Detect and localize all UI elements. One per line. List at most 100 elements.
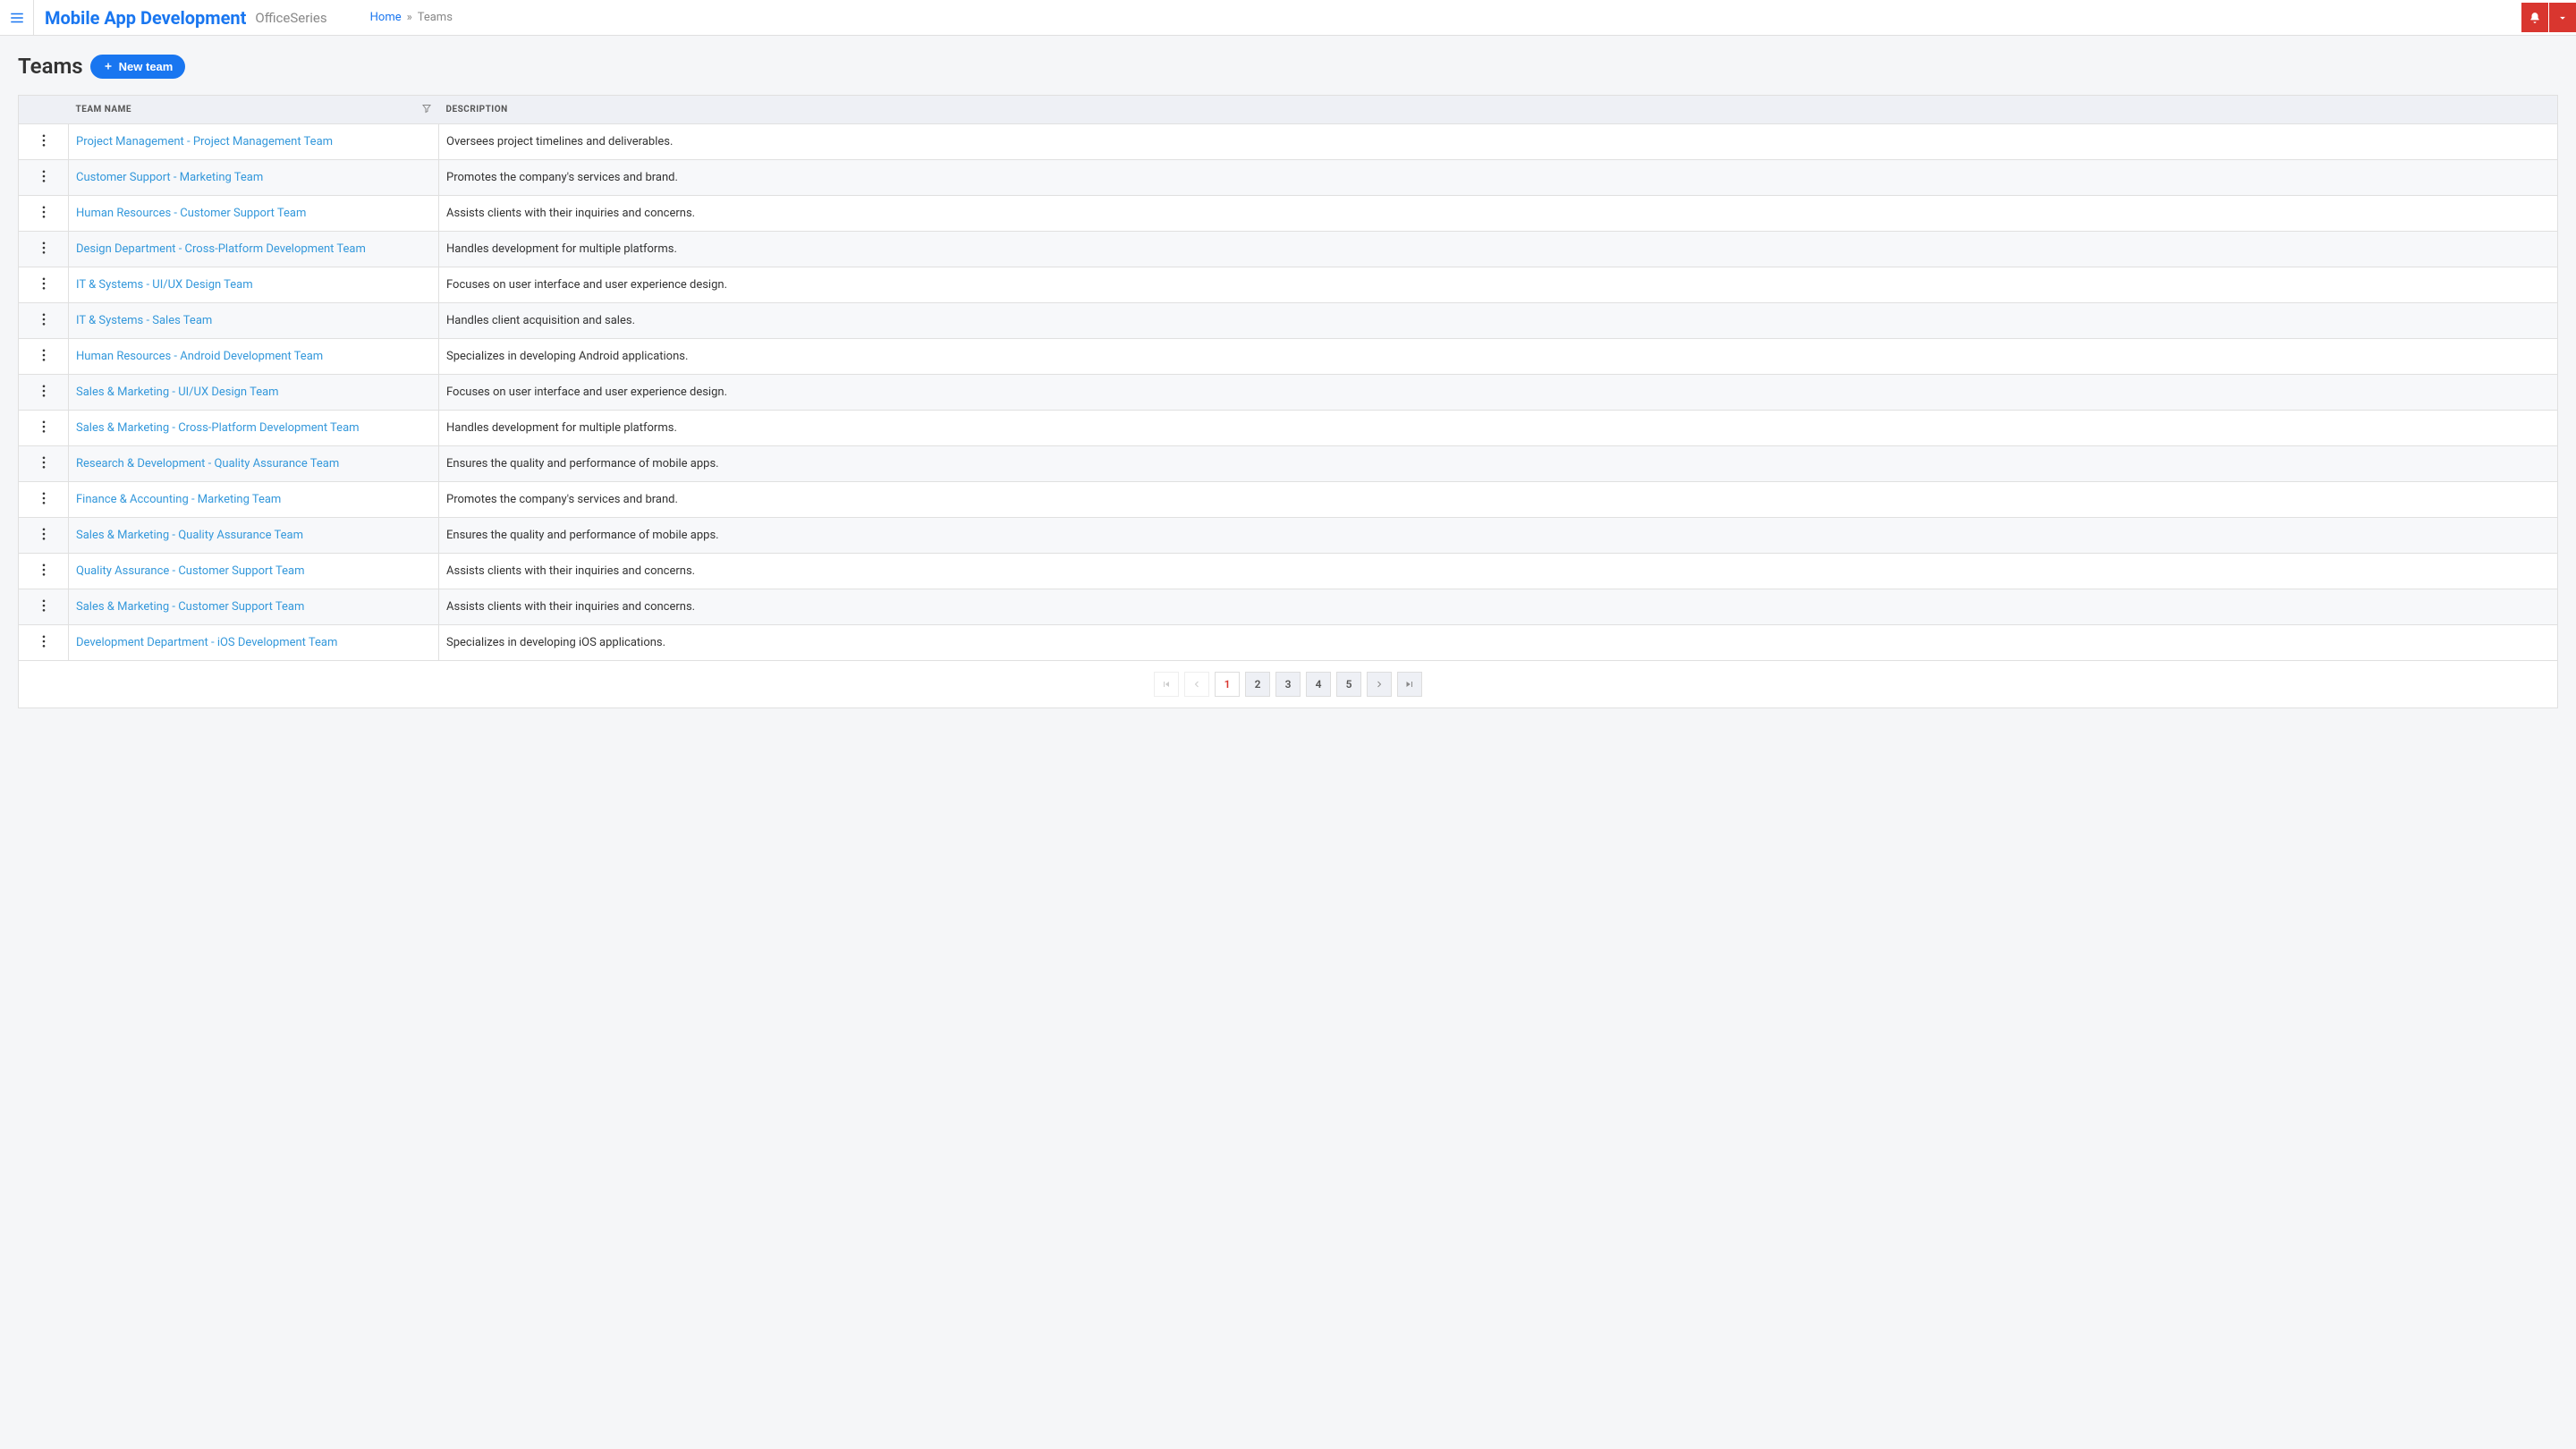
team-description-cell: Assists clients with their inquiries and… <box>439 196 2558 232</box>
more-vertical-icon <box>42 599 46 612</box>
row-menu-button[interactable] <box>19 554 69 589</box>
more-vertical-icon <box>42 635 46 648</box>
chevron-left-icon <box>1191 679 1202 690</box>
team-link[interactable]: IT & Systems - Sales Team <box>76 314 212 327</box>
more-vertical-icon <box>42 420 46 433</box>
row-menu-button[interactable] <box>19 589 69 625</box>
table-row: Finance & Accounting - Marketing Team Pr… <box>19 482 2558 518</box>
notifications-button[interactable] <box>2521 3 2548 32</box>
pagination-last-button[interactable] <box>1397 672 1422 697</box>
app-subtitle: OfficeSeries <box>255 10 326 26</box>
team-link[interactable]: Human Resources - Customer Support Team <box>76 207 306 220</box>
pagination-page-3[interactable]: 3 <box>1275 672 1301 697</box>
pagination: 12345 <box>18 661 2558 708</box>
table-row: Sales & Marketing - Customer Support Tea… <box>19 589 2558 625</box>
team-link[interactable]: Project Management - Project Management … <box>76 135 333 148</box>
team-description-cell: Handles development for multiple platfor… <box>439 411 2558 446</box>
page-header: Teams New team <box>18 54 2558 79</box>
breadcrumb: Home » Teams <box>370 11 453 24</box>
more-vertical-icon <box>42 277 46 290</box>
pagination-page-4[interactable]: 4 <box>1306 672 1331 697</box>
pagination-page-5[interactable]: 5 <box>1336 672 1361 697</box>
page-content: Teams New team Team Name Description <box>0 36 2576 726</box>
row-menu-button[interactable] <box>19 303 69 339</box>
team-link[interactable]: Sales & Marketing - Cross-Platform Devel… <box>76 421 360 435</box>
pagination-page-1[interactable]: 1 <box>1215 672 1240 697</box>
menu-toggle-button[interactable] <box>0 0 34 36</box>
team-description-cell: Specializes in developing iOS applicatio… <box>439 625 2558 661</box>
row-menu-button[interactable] <box>19 124 69 160</box>
team-name-cell: Development Department - iOS Development… <box>69 625 439 661</box>
team-name-cell: Sales & Marketing - Customer Support Tea… <box>69 589 439 625</box>
team-link[interactable]: IT & Systems - UI/UX Design Team <box>76 278 253 292</box>
team-link[interactable]: Development Department - iOS Development… <box>76 636 337 649</box>
last-page-icon <box>1404 679 1415 690</box>
table-row: Human Resources - Customer Support Team … <box>19 196 2558 232</box>
team-name-cell: Project Management - Project Management … <box>69 124 439 160</box>
pagination-next-button[interactable] <box>1367 672 1392 697</box>
table-row: IT & Systems - Sales Team Handles client… <box>19 303 2558 339</box>
first-page-icon <box>1161 679 1172 690</box>
page-title: Teams <box>18 54 83 79</box>
row-menu-button[interactable] <box>19 339 69 375</box>
row-menu-button[interactable] <box>19 196 69 232</box>
column-header-team-name[interactable]: Team Name <box>69 96 439 124</box>
pagination-first-button[interactable] <box>1154 672 1179 697</box>
table-row: Human Resources - Android Development Te… <box>19 339 2558 375</box>
row-menu-button[interactable] <box>19 482 69 518</box>
breadcrumb-current: Teams <box>418 11 453 24</box>
pagination-page-2[interactable]: 2 <box>1245 672 1270 697</box>
team-name-cell: Sales & Marketing - Quality Assurance Te… <box>69 518 439 554</box>
team-name-cell: Quality Assurance - Customer Support Tea… <box>69 554 439 589</box>
filter-team-name-button[interactable] <box>421 103 432 116</box>
row-menu-button[interactable] <box>19 160 69 196</box>
pagination-prev-button[interactable] <box>1184 672 1209 697</box>
team-name-cell: Human Resources - Android Development Te… <box>69 339 439 375</box>
table-row: Development Department - iOS Development… <box>19 625 2558 661</box>
table-row: Design Department - Cross-Platform Devel… <box>19 232 2558 267</box>
breadcrumb-separator: » <box>407 11 412 24</box>
teams-table: Team Name Description Project Management… <box>18 95 2558 661</box>
row-menu-button[interactable] <box>19 267 69 303</box>
team-description-cell: Promotes the company's services and bran… <box>439 482 2558 518</box>
breadcrumb-home-link[interactable]: Home <box>370 11 402 24</box>
team-name-cell: IT & Systems - UI/UX Design Team <box>69 267 439 303</box>
new-team-button[interactable]: New team <box>90 55 186 79</box>
team-link[interactable]: Finance & Accounting - Marketing Team <box>76 493 281 506</box>
team-description-cell: Focuses on user interface and user exper… <box>439 375 2558 411</box>
team-link[interactable]: Sales & Marketing - Quality Assurance Te… <box>76 529 303 542</box>
more-vertical-icon <box>42 206 46 218</box>
team-link[interactable]: Quality Assurance - Customer Support Tea… <box>76 564 304 578</box>
team-link[interactable]: Customer Support - Marketing Team <box>76 171 263 184</box>
row-menu-button[interactable] <box>19 375 69 411</box>
filter-icon <box>421 103 432 114</box>
team-link[interactable]: Design Department - Cross-Platform Devel… <box>76 242 366 256</box>
team-link[interactable]: Research & Development - Quality Assuran… <box>76 457 339 470</box>
team-description-cell: Ensures the quality and performance of m… <box>439 446 2558 482</box>
team-name-cell: Sales & Marketing - Cross-Platform Devel… <box>69 411 439 446</box>
column-header-description[interactable]: Description <box>439 96 2558 124</box>
more-vertical-icon <box>42 242 46 254</box>
team-link[interactable]: Sales & Marketing - UI/UX Design Team <box>76 386 279 399</box>
team-link[interactable]: Human Resources - Android Development Te… <box>76 350 323 363</box>
team-description-cell: Focuses on user interface and user exper… <box>439 267 2558 303</box>
team-link[interactable]: Sales & Marketing - Customer Support Tea… <box>76 600 304 614</box>
team-name-cell: IT & Systems - Sales Team <box>69 303 439 339</box>
row-menu-button[interactable] <box>19 518 69 554</box>
row-menu-button[interactable] <box>19 232 69 267</box>
header-right <box>2521 0 2576 35</box>
team-name-cell: Finance & Accounting - Marketing Team <box>69 482 439 518</box>
row-menu-button[interactable] <box>19 411 69 446</box>
user-menu-button[interactable] <box>2549 3 2576 32</box>
team-description-cell: Specializes in developing Android applic… <box>439 339 2558 375</box>
team-description-cell: Oversees project timelines and deliverab… <box>439 124 2558 160</box>
team-name-cell: Design Department - Cross-Platform Devel… <box>69 232 439 267</box>
app-title: Mobile App Development <box>45 7 246 29</box>
row-menu-button[interactable] <box>19 446 69 482</box>
row-menu-button[interactable] <box>19 625 69 661</box>
team-description-cell: Handles client acquisition and sales. <box>439 303 2558 339</box>
bell-icon <box>2529 12 2541 24</box>
team-description-cell: Handles development for multiple platfor… <box>439 232 2558 267</box>
column-header-team-name-label: Team Name <box>76 105 132 114</box>
more-vertical-icon <box>42 170 46 182</box>
